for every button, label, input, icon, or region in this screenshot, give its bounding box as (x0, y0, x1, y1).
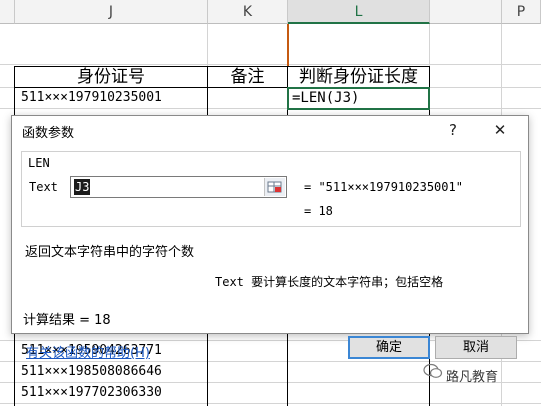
header-note[interactable]: 备注 (208, 66, 287, 88)
help-link[interactable]: 有关该函数的帮助(H) (26, 342, 150, 361)
help-button[interactable]: ? (441, 119, 465, 141)
wechat-icon (423, 363, 443, 378)
argument-result: = "511×××197910235001" (304, 180, 463, 194)
col-header-l[interactable]: L (288, 0, 430, 24)
function-group: LEN Text J3 = "511×××197910235001" = 18 (21, 151, 521, 227)
function-arguments-dialog: 函数参数 ? ✕ LEN Text J3 = "511×××1979102350… (11, 115, 529, 361)
col-header-corner (0, 0, 15, 24)
formula-range-marker (287, 24, 289, 66)
collapse-dialog-button[interactable] (264, 178, 285, 196)
dialog-title: 函数参数 (22, 126, 75, 141)
cell-l3-formula[interactable]: =LEN(J3) (288, 88, 429, 108)
close-button[interactable]: ✕ (488, 119, 512, 141)
cell-id-row[interactable]: 511×××198508086646 (15, 362, 207, 382)
function-name: LEN (28, 156, 50, 170)
header-id-number[interactable]: 身份证号 (15, 66, 207, 88)
col-header-j[interactable]: J (15, 0, 208, 24)
gridline (0, 403, 541, 404)
col-header-hidden (430, 0, 502, 24)
cancel-button[interactable]: 取消 (435, 336, 517, 359)
gridline (0, 108, 541, 109)
cell-id-row[interactable]: 511×××197702306330 (15, 383, 207, 403)
col-header-k[interactable]: K (208, 0, 288, 24)
argument-label: Text (29, 180, 58, 194)
argument-description: Text 要计算长度的文本字符串；包括空格 (215, 275, 444, 289)
function-description: 返回文本字符串中的字符个数 (25, 245, 195, 260)
cell-j3[interactable]: 511×××197910235001 (15, 88, 207, 108)
dialog-body: LEN Text J3 = "511×××197910235001" = 18 … (15, 147, 525, 361)
argument-input[interactable]: J3 (70, 176, 287, 198)
watermark-text: 路凡教育 (446, 370, 499, 385)
argument-value[interactable]: J3 (74, 179, 91, 195)
gridline (0, 64, 541, 65)
calculation-result: 计算结果 = 18 (23, 313, 111, 328)
col-header-p[interactable]: P (502, 0, 541, 24)
ok-button[interactable]: 确定 (348, 336, 430, 359)
range-select-icon (267, 181, 282, 193)
header-check-length[interactable]: 判断身份证长度 (288, 66, 429, 88)
function-result: = 18 (304, 204, 333, 218)
